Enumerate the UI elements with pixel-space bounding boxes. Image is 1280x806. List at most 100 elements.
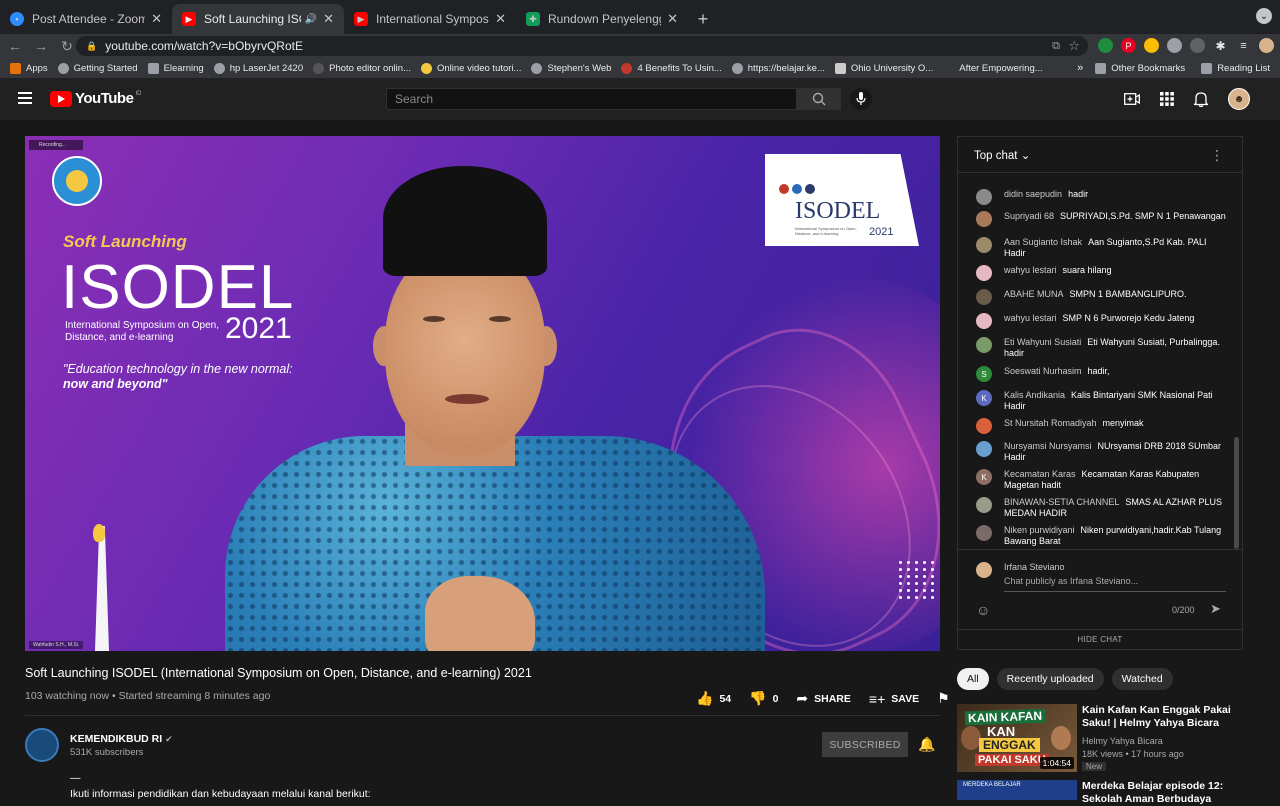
tab-rundown[interactable]: ✚ Rundown Penyelenggaraan ISO ✕ [516, 4, 688, 34]
chat-message[interactable]: S Soeswati Nurhasim hadir, [976, 366, 1226, 382]
profile-avatar-icon[interactable] [1259, 38, 1274, 53]
forward-icon[interactable]: → [30, 38, 52, 54]
close-icon[interactable]: ✕ [667, 11, 678, 27]
chat-message[interactable]: K Kecamatan Karas Kecamatan Karas Kabupate… [976, 469, 1226, 491]
recommended-title[interactable]: Kain Kafan Kan Enggak Pakai Saku! | Helm… [1082, 704, 1232, 730]
omnibox[interactable]: 🔒 youtube.com/watch?v=bObyrvQRotE ⧉ ☆ [76, 36, 1088, 56]
search-input[interactable]: Search [386, 88, 797, 110]
drive-icon[interactable] [1144, 38, 1159, 53]
menu-icon[interactable] [18, 92, 32, 104]
chat-messages[interactable]: didin saepudin hadir Supriyadi 68 SUPRIYADI… [958, 173, 1238, 549]
bookmark-stephens-web[interactable]: Stephen's Web [531, 62, 611, 74]
bookmark-4-benefits[interactable]: 4 Benefits To Usin... [621, 62, 722, 74]
chat-author-avatar[interactable] [976, 237, 992, 253]
chat-message[interactable]: BINAWAN-SETIA CHANNEL SMAS AL AZHAR PLUS … [976, 497, 1226, 519]
other-bookmarks[interactable]: Other Bookmarks [1095, 62, 1185, 74]
close-icon[interactable]: ✕ [323, 11, 334, 27]
dislike-button[interactable]: 👎 0 [749, 690, 778, 707]
chat-message[interactable]: St Nursitah Romadiyah menyimak [976, 418, 1226, 434]
apps-grid-icon[interactable] [1160, 92, 1174, 106]
lock-icon[interactable]: 🔒 [86, 41, 97, 52]
send-icon[interactable]: ➤ [1210, 601, 1221, 617]
chat-author-name[interactable]: Eti Wahyuni Susiati [1004, 337, 1081, 347]
subscribed-button[interactable]: SUBSCRIBED [822, 732, 908, 757]
report-button[interactable]: ⚑ [937, 690, 956, 707]
more-options-icon[interactable]: ⋮ [1210, 147, 1224, 164]
chip-all[interactable]: All [957, 668, 989, 690]
playlist-icon[interactable]: ≡ [1236, 38, 1251, 53]
share-button[interactable]: ➦ SHARE [796, 690, 851, 707]
bookmark-hp-laserjet[interactable]: hp LaserJet 2420 [213, 62, 303, 74]
back-icon[interactable]: ← [4, 38, 26, 54]
chat-author-name[interactable]: ABAHE MUNA [1004, 289, 1064, 299]
tab-soft-launching[interactable]: ▶ Soft Launching ISODEL (Int 🔊 ✕ [172, 4, 344, 34]
tab-international-symposium[interactable]: ▶ International Symposium on Op ✕ [344, 4, 516, 34]
chat-author-avatar[interactable] [976, 525, 992, 541]
chat-author-name[interactable]: Kalis Andikania [1004, 390, 1065, 400]
chat-author-avatar[interactable] [976, 211, 992, 227]
chat-author-avatar[interactable]: S [976, 366, 992, 382]
video-player[interactable]: Recording... Soft Launching ISODEL Inter… [25, 136, 940, 651]
extension-green-icon[interactable] [1098, 38, 1113, 53]
bookmark-getting-started[interactable]: Getting Started [57, 62, 138, 74]
chat-message[interactable]: Aan Sugianto Ishak Aan Sugianto,S.Pd Kab.… [976, 237, 1226, 259]
chat-author-avatar[interactable] [976, 337, 992, 353]
recommended-channel[interactable]: Helmy Yahya Bicara [1082, 736, 1163, 746]
chat-message[interactable]: wahyu lestari suara hilang [976, 265, 1226, 281]
chat-author-name[interactable]: BINAWAN-SETIA CHANNEL [1004, 497, 1119, 507]
chat-message[interactable]: ABAHE MUNA SMPN 1 BAMBANGLIPURO. [976, 289, 1226, 305]
chat-message[interactable]: Niken purwidiyani Niken purwidiyani,hadir… [976, 525, 1226, 547]
bookmark-after-empowering[interactable]: After Empowering... [943, 62, 1043, 74]
chat-author-avatar[interactable] [976, 497, 992, 513]
chat-message[interactable]: wahyu lestari SMP N 6 Purworejo Kedu Jate… [976, 313, 1226, 329]
chat-mode-label[interactable]: Top chat [974, 150, 1017, 162]
pinterest-icon[interactable]: P [1121, 38, 1136, 53]
extension-gray-icon[interactable] [1167, 38, 1182, 53]
bookmark-online-video[interactable]: Online video tutori... [420, 62, 521, 74]
chat-message[interactable]: Nursyamsi Nursyamsi NUrsyamsi DRB 2018 SU… [976, 441, 1226, 463]
chat-author-avatar[interactable] [976, 189, 992, 205]
chat-author-name[interactable]: Niken purwidiyani [1004, 525, 1075, 535]
chip-watched[interactable]: Watched [1111, 668, 1173, 690]
chat-author-name[interactable]: Soeswati Nurhasim [1004, 366, 1082, 376]
chat-author-name[interactable]: didin saepudin [1004, 189, 1062, 199]
chat-author-avatar[interactable]: K [976, 390, 992, 406]
search-button[interactable] [797, 88, 841, 110]
channel-name-text[interactable]: KEMENDIKBUD RI [70, 733, 162, 745]
url-text[interactable]: youtube.com/watch?v=bObyrvQRotE [105, 39, 303, 53]
chat-author-name[interactable]: Nursyamsi Nursyamsi [1004, 441, 1092, 451]
channel-name[interactable]: KEMENDIKBUD RI ✔ [70, 733, 173, 745]
top-chat-dropdown[interactable]: Top chat ⌄ [974, 148, 1030, 162]
recommended-title[interactable]: Merdeka Belajar episode 12: Sekolah Aman… [1082, 780, 1232, 806]
close-icon[interactable]: ✕ [495, 11, 506, 27]
bookmark-photo-editor[interactable]: Photo editor onlin... [313, 62, 411, 74]
bookmark-apps[interactable]: Apps [10, 62, 48, 74]
chat-author-name[interactable]: wahyu lestari [1004, 313, 1057, 323]
extension-circle-icon[interactable] [1190, 38, 1205, 53]
chat-message[interactable]: didin saepudin hadir [976, 189, 1226, 205]
tab-zoom[interactable]: ▪ Post Attendee - Zoom ✕ [0, 4, 172, 34]
like-button[interactable]: 👍 54 [696, 690, 731, 707]
notifications-bell-icon[interactable] [1194, 91, 1208, 107]
bookmark-star-icon[interactable]: ☆ [1068, 38, 1080, 54]
user-avatar[interactable]: ☻ [1228, 88, 1250, 110]
chat-author-avatar[interactable] [976, 313, 992, 329]
new-tab-button[interactable]: + [688, 4, 718, 34]
save-button[interactable]: ≡+ SAVE [869, 691, 919, 707]
chat-author-name[interactable]: Kecamatan Karas [1004, 469, 1076, 479]
channel-avatar[interactable] [25, 728, 59, 762]
cast-icon[interactable]: ⧉ [1052, 40, 1060, 53]
close-icon[interactable]: ✕ [151, 11, 162, 27]
chat-message[interactable]: K Kalis Andikania Kalis Bintariyani SMK Na… [976, 390, 1226, 412]
create-video-icon[interactable] [1124, 92, 1140, 106]
chat-author-avatar[interactable] [976, 418, 992, 434]
chat-author-avatar[interactable]: K [976, 469, 992, 485]
chat-author-avatar[interactable] [976, 289, 992, 305]
chat-author-avatar[interactable] [976, 441, 992, 457]
chat-author-name[interactable]: Aan Sugianto Ishak [1004, 237, 1082, 247]
voice-search-button[interactable] [850, 88, 872, 110]
bookmark-elearning[interactable]: Elearning [147, 62, 204, 74]
chat-author-avatar[interactable] [976, 265, 992, 281]
chat-author-name[interactable]: St Nursitah Romadiyah [1004, 418, 1097, 428]
chat-author-name[interactable]: wahyu lestari [1004, 265, 1057, 275]
